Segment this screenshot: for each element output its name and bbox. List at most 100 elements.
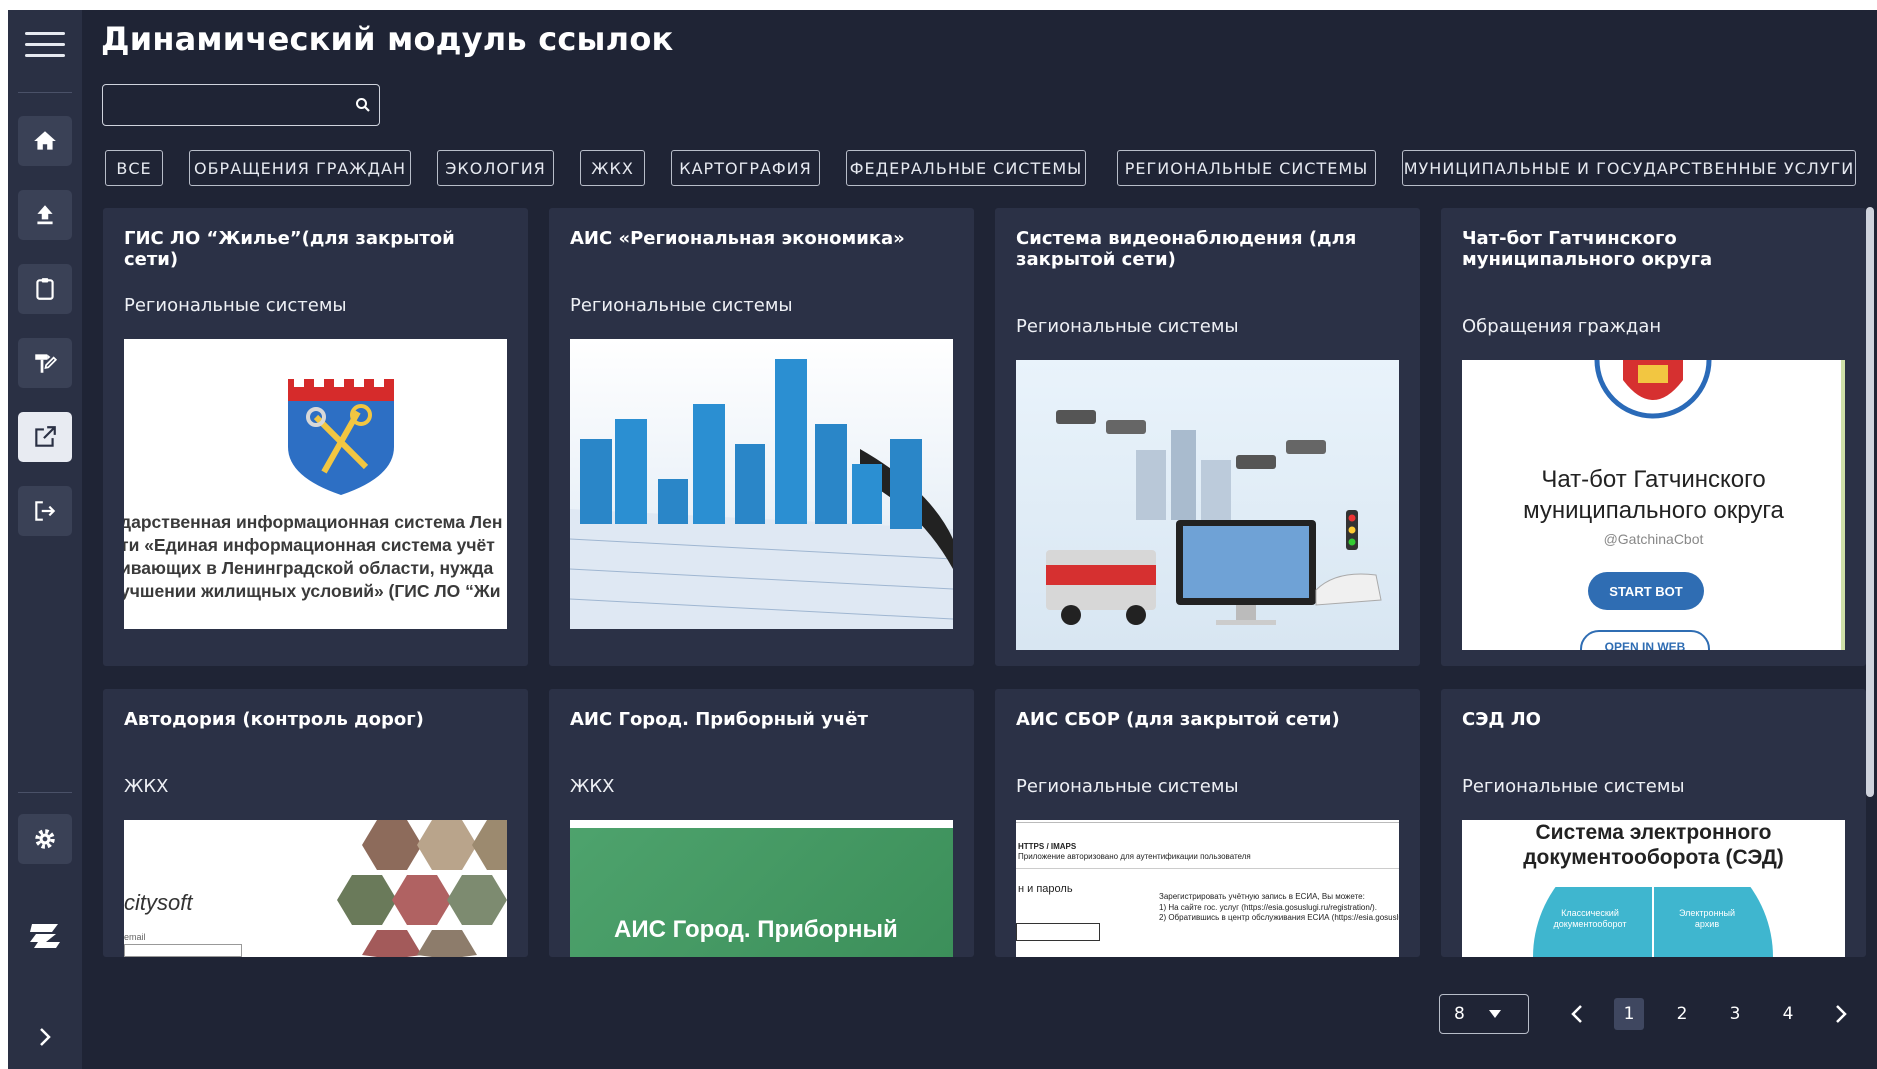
sed-segment-label: Классический документооборот [1553,908,1627,929]
filter-chip-all[interactable]: ВСЕ [105,150,163,186]
page-3-button[interactable]: 3 [1720,998,1750,1030]
home-icon [34,131,56,150]
card-ais-sbor[interactable]: АИС СБОР (для закрытой сети) Региональны… [995,689,1420,957]
image-text-line: 2) Обратившись в центр обслуживания ЕСИА… [1159,913,1399,922]
image-text-line: 1) На сайте гос. услуг (https://esia.gos… [1159,903,1377,912]
surveillance-illustration [1046,410,1382,625]
sidebar-item-logout[interactable] [18,486,72,536]
chevron-right-icon[interactable] [33,1025,57,1049]
filter-chip-ecology[interactable]: ЭКОЛОГИЯ [437,150,554,186]
divider [1016,868,1399,869]
metering-banner-text: АИС Город. Приборный [614,916,898,943]
emblem-icon [1594,360,1712,419]
card-regional-economy[interactable]: АИС «Региональная экономика» Региональны… [549,208,974,666]
filter-chip-housing[interactable]: ЖКХ [580,150,645,186]
brand-logo-icon [30,924,60,948]
page-size-value: 8 [1454,1004,1465,1024]
sidebar-item-settings[interactable] [18,814,72,864]
scrollbar[interactable] [1866,207,1874,797]
image-text-line: HTTPS / IMAPS [1018,842,1077,851]
card-metering[interactable]: АИС Город. Приборный учёт ЖКХ АИС Город.… [549,689,974,957]
bar-chart-illustration [570,359,953,629]
search-box [102,84,380,126]
page-2-button[interactable]: 2 [1667,998,1697,1030]
card-image: дарственная информационная система Лен т… [124,339,507,629]
upload-icon [37,205,53,225]
image-text-line: ивающих в Ленинградской области, нужда [124,558,494,578]
external-link-icon [35,426,56,447]
filter-chip-cartography[interactable]: КАРТОГРАФИЯ [671,150,820,186]
card-title: ГИС ЛО “Жилье”(для закрытой сети) [124,228,455,270]
card-title: Чат-бот Гатчинского муниципального округ… [1462,228,1713,270]
card-title: АИС Город. Приборный учёт [570,709,868,730]
window-frame-top [0,0,1877,10]
card-title: СЭД ЛО [1462,709,1541,730]
image-text-line: учшении жилищных условий» (ГИС ЛО “Жи [124,581,501,601]
hexagon-photo-collage [337,820,507,957]
sidebar-item-upload[interactable] [18,190,72,240]
next-page-icon[interactable] [1829,1003,1851,1025]
card-title: АИС «Региональная экономика» [570,228,905,249]
card-image [1016,360,1399,650]
card-image: АИС Город. Приборный [570,820,953,957]
window-frame-left [0,0,8,1069]
page-1-button[interactable]: 1 [1614,998,1644,1030]
sidebar [8,10,82,1069]
password-field [1016,923,1100,941]
citysoft-logo-text: citysoft [124,890,193,915]
clipboard-icon [36,278,54,300]
sidebar-item-signpost[interactable] [18,338,72,388]
card-sed-lo[interactable]: СЭД ЛО Региональные системы Система элек… [1441,689,1866,957]
prev-page-icon[interactable] [1567,1003,1589,1025]
sed-heading: документооборота (СЭД) [1523,846,1784,869]
filter-chip-regional[interactable]: РЕГИОНАЛЬНЫЕ СИСТЕМЫ [1117,150,1376,186]
search-input[interactable] [109,89,353,121]
coat-of-arms-icon [288,379,394,495]
card-category: Региональные системы [1016,776,1239,797]
open-in-web-button: OPEN IN WEB [1580,630,1710,650]
card-image: HTTPS / IMAPS Приложение авторизовано дл… [1016,820,1399,957]
image-top-border [570,820,953,828]
sidebar-item-home[interactable] [18,116,72,166]
filter-chip-citizens[interactable]: ОБРАЩЕНИЯ ГРАЖДАН [189,150,411,186]
image-text-line: н и пароль [1018,883,1073,895]
card-title: Система видеонаблюдения (для закрытой се… [1016,228,1357,270]
caret-down-icon [1489,1010,1501,1018]
chatbot-heading: муниципального округа [1523,497,1784,524]
image-text-line: ти «Единая информационная система учёт [124,535,495,555]
logout-icon [35,501,56,521]
search-icon[interactable] [355,97,371,113]
card-image: Чат-бот Гатчинского муниципального округ… [1462,360,1845,650]
card-category: ЖКХ [570,776,615,797]
card-category: Региональные системы [1016,316,1239,337]
card-avtodoria[interactable]: Автодория (контроль дорог) ЖКХ citysoft … [103,689,528,957]
image-text-line: Зарегистрировать учётную запись в ЕСИА, … [1159,892,1365,901]
chatbot-heading: Чат-бот Гатчинского [1541,466,1766,493]
card-video-surveillance[interactable]: Система видеонаблюдения (для закрытой се… [995,208,1420,666]
chatbot-handle: @GatchinaCbot [1603,531,1704,547]
image-text-line: дарственная информационная система Лен [124,512,503,532]
card-gis-housing[interactable]: ГИС ЛО “Жилье”(для закрытой сети) Регион… [103,208,528,666]
card-chatbot[interactable]: Чат-бот Гатчинского муниципального округ… [1441,208,1866,666]
menu-icon[interactable] [25,32,65,62]
card-category: Обращения граждан [1462,316,1662,337]
card-image: citysoft email [124,820,507,957]
card-category: Региональные системы [124,295,347,316]
signpost-icon [35,354,58,373]
divider [1016,822,1399,823]
gear-icon [35,829,55,849]
sed-heading: Система электронного [1535,821,1772,844]
sidebar-divider [18,92,72,93]
filter-chip-federal[interactable]: ФЕДЕРАЛЬНЫЕ СИСТЕМЫ [846,150,1086,186]
card-category: Региональные системы [570,295,793,316]
card-category: ЖКХ [124,776,169,797]
card-title: АИС СБОР (для закрытой сети) [1016,709,1340,730]
start-bot-button: START BOT [1588,572,1704,610]
sidebar-item-links[interactable] [18,412,72,462]
page-4-button[interactable]: 4 [1773,998,1803,1030]
sidebar-item-clipboard[interactable] [18,264,72,314]
card-image: Система электронного документооборота (С… [1462,820,1845,957]
page-size-select[interactable]: 8 [1439,994,1529,1034]
filter-chip-municipal[interactable]: МУНИЦИПАЛЬНЫЕ И ГОСУДАРСТВЕННЫЕ УСЛУГИ [1402,150,1856,186]
image-text-line: Приложение авторизовано для аутентификац… [1018,852,1251,861]
